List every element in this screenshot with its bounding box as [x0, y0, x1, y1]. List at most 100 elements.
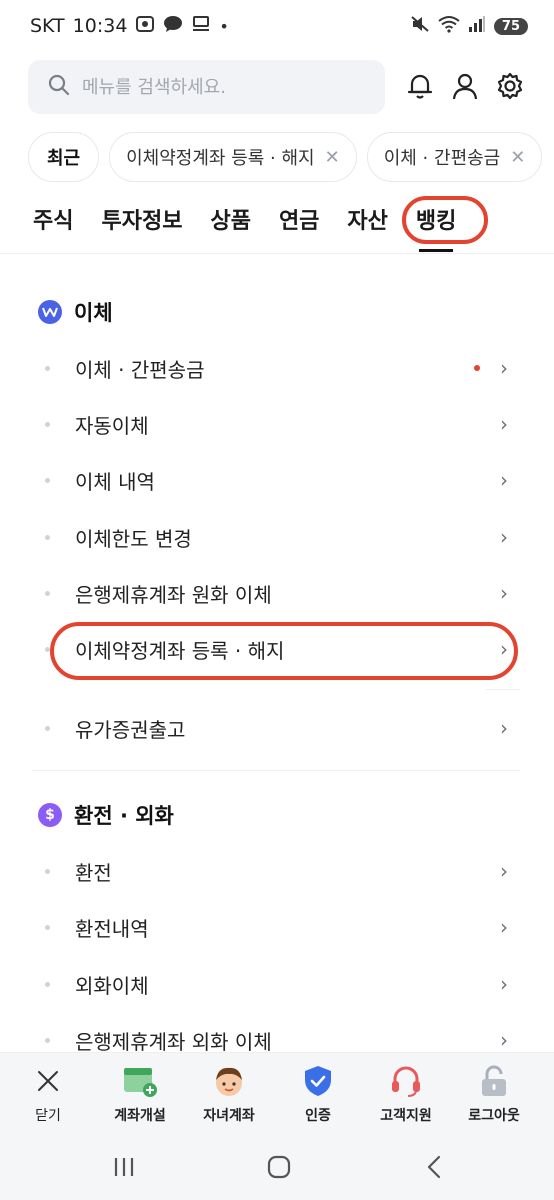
menu-item-label: 자동이체	[75, 413, 149, 438]
carrier-label: SKT	[30, 15, 65, 37]
bullet	[45, 534, 50, 540]
bullet	[45, 590, 50, 596]
section-transfer-header: 이체	[38, 297, 113, 327]
search-icon	[48, 74, 70, 100]
recent-chip-label: 이체약정계좌 등록 · 해지	[126, 148, 315, 169]
recent-chip[interactable]: 이체 · 간편송금 ✕	[366, 132, 543, 182]
tab-stocks[interactable]: 주식	[33, 200, 73, 252]
bullet	[45, 365, 50, 371]
chevron-right-icon: ›	[500, 1028, 508, 1052]
item-highlight-annotation	[50, 622, 518, 680]
tab-highlight-annotation	[402, 196, 488, 244]
chevron-right-icon: ›	[500, 525, 508, 549]
mute-icon	[410, 15, 430, 38]
close-icon	[30, 1063, 66, 1099]
home-icon[interactable]	[259, 1152, 299, 1182]
category-tabs: 주식 투자정보 상품 연금 자산 뱅킹	[33, 200, 456, 252]
menu-item[interactable]: 이체 · 간편송금 ›	[32, 341, 520, 395]
child-account-button[interactable]: 자녀계좌	[189, 1063, 269, 1125]
recent-apps-icon[interactable]	[104, 1152, 144, 1182]
menu-item[interactable]: 이체한도 변경 ›	[32, 510, 520, 564]
menu-item[interactable]: 이체 내역 ›	[32, 453, 520, 507]
menu-item-label: 외화이체	[75, 973, 149, 998]
wifi-icon	[438, 15, 460, 38]
system-nav-bar	[0, 1134, 554, 1200]
status-bar: SKT 10:34 • 75	[0, 0, 554, 52]
close-icon[interactable]: ✕	[510, 147, 525, 168]
tab-products[interactable]: 상품	[210, 200, 250, 252]
customer-support-button[interactable]: 고객지원	[366, 1063, 446, 1125]
logout-label: 로그아웃	[468, 1108, 520, 1124]
section-fx-header: $ 환전 · 외화	[38, 800, 174, 830]
bullet	[45, 421, 50, 427]
lock-icon	[476, 1063, 512, 1099]
menu-item-label: 이체 · 간편송금	[75, 357, 205, 382]
menu-item[interactable]: 환전 ›	[32, 844, 520, 898]
chevron-right-icon: ›	[500, 915, 508, 939]
bullet	[45, 981, 50, 987]
menu-item-label: 유가증권출고	[75, 717, 186, 742]
profile-icon[interactable]	[447, 68, 483, 104]
tab-pension[interactable]: 연금	[279, 200, 319, 252]
divider	[486, 689, 520, 690]
menu-item-label: 환전	[75, 860, 112, 885]
child-account-label: 자녀계좌	[203, 1108, 255, 1124]
divider	[0, 253, 554, 254]
menu-item[interactable]: 은행제휴계좌 원화 이체 ›	[32, 566, 520, 620]
recent-chip[interactable]: 이체약정계좌 등록 · 해지 ✕	[109, 132, 357, 182]
chevron-right-icon: ›	[500, 972, 508, 996]
menu-item-label: 환전내역	[75, 916, 149, 941]
close-button[interactable]: 닫기	[8, 1063, 88, 1125]
open-account-button[interactable]: 계좌개설	[100, 1063, 180, 1125]
shield-icon	[300, 1063, 336, 1099]
tab-assets[interactable]: 자산	[347, 200, 387, 252]
chevron-right-icon: ›	[500, 356, 508, 380]
headset-icon	[388, 1063, 424, 1099]
child-face-icon	[211, 1063, 247, 1099]
menu-item-label: 은행제휴계좌 원화 이체	[75, 582, 272, 607]
menu-item[interactable]: 자동이체 ›	[32, 397, 520, 451]
menu-item[interactable]: 환전내역 ›	[32, 900, 520, 954]
search-bar[interactable]	[28, 60, 385, 114]
tab-investment-info[interactable]: 투자정보	[101, 200, 182, 252]
menu-item-label: 이체한도 변경	[75, 526, 192, 551]
menu-item[interactable]: 외화이체 ›	[32, 957, 520, 1011]
menu-item-label: 이체 내역	[75, 469, 155, 494]
bottom-quick-bar: 닫기 계좌개설 자녀계좌 인증 고객지원 로그아웃	[0, 1052, 554, 1134]
signal-icon	[468, 15, 486, 38]
menu-item[interactable]: 유가증권출고 ›	[32, 701, 520, 755]
chevron-right-icon: ›	[500, 468, 508, 492]
new-badge	[474, 365, 480, 371]
section-title: 환전 · 외화	[74, 804, 174, 828]
screenshot-icon	[135, 15, 155, 37]
certification-button[interactable]: 인증	[278, 1063, 358, 1125]
chevron-right-icon: ›	[500, 412, 508, 436]
bullet	[45, 477, 50, 483]
dollar-icon: $	[38, 803, 62, 827]
certification-label: 인증	[305, 1108, 331, 1124]
bullet	[45, 1037, 50, 1043]
won-icon	[38, 300, 62, 324]
chevron-right-icon: ›	[500, 581, 508, 605]
section-title: 이체	[74, 301, 113, 325]
customer-support-label: 고객지원	[380, 1108, 432, 1124]
open-account-label: 계좌개설	[114, 1108, 166, 1124]
cast-icon	[191, 15, 211, 37]
gear-icon[interactable]	[492, 68, 528, 104]
dot-indicator-icon: •	[219, 16, 229, 36]
chat-icon	[163, 15, 183, 37]
back-icon[interactable]	[414, 1152, 454, 1182]
chevron-right-icon: ›	[500, 859, 508, 883]
bullet	[45, 725, 50, 731]
logout-button[interactable]: 로그아웃	[454, 1063, 534, 1125]
search-input[interactable]	[82, 76, 362, 98]
close-icon[interactable]: ✕	[325, 147, 340, 168]
bell-icon[interactable]	[402, 68, 438, 104]
divider	[32, 770, 520, 771]
battery-indicator: 75	[493, 17, 528, 35]
menu-item-label: 은행제휴계좌 외화 이체	[75, 1029, 272, 1054]
chevron-right-icon: ›	[500, 716, 508, 740]
account-card-icon	[122, 1063, 158, 1099]
bullet	[45, 924, 50, 930]
recent-chip-label: 이체 · 간편송금	[383, 148, 501, 169]
